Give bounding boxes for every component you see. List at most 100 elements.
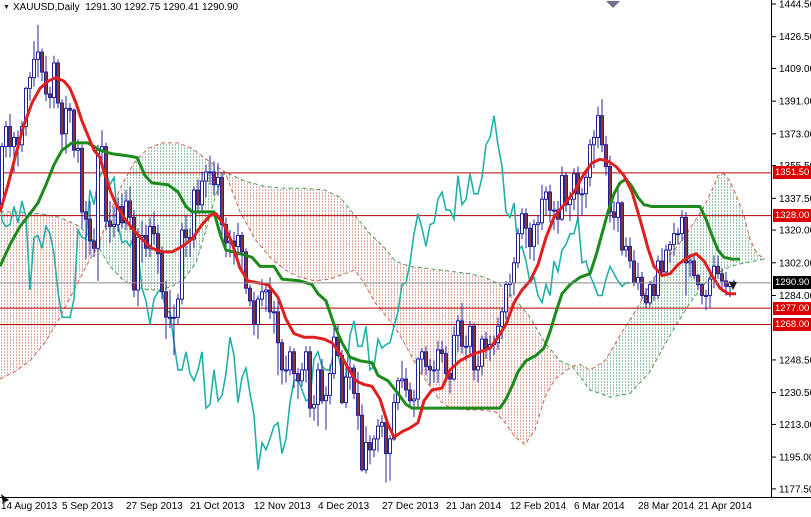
candle: [248, 287, 252, 302]
candle: [160, 253, 164, 293]
candle: [484, 338, 488, 349]
candle: [256, 298, 260, 326]
candle: [692, 260, 696, 276]
candle: [212, 171, 216, 186]
candle: [184, 229, 188, 238]
candle: [440, 349, 444, 354]
candle: [632, 260, 636, 284]
candle: [504, 284, 508, 313]
candle: [344, 376, 348, 404]
candle: [280, 342, 284, 371]
candle: [400, 378, 404, 382]
candle: [724, 280, 728, 287]
candle: [216, 176, 220, 186]
chart-symbol-period: XAUUSD,Daily: [12, 2, 80, 13]
candle: [200, 180, 204, 206]
candle: [0, 146, 4, 206]
candle: [516, 233, 520, 264]
candle: [264, 289, 268, 293]
candle: [476, 365, 480, 371]
candle: [56, 62, 60, 104]
date-tick-label: 21 Oct 2013: [190, 501, 245, 512]
candle: [636, 276, 640, 284]
candle: [236, 235, 240, 247]
candle: [412, 398, 416, 402]
candle: [420, 351, 424, 360]
candle: [272, 311, 276, 314]
candle: [684, 216, 688, 264]
candle: [416, 358, 420, 400]
candle: [404, 378, 408, 391]
candle: [388, 438, 392, 454]
candle: [292, 351, 296, 375]
price-chart[interactable]: 1444.501426.501409.001391.001373.001355.…: [0, 0, 811, 517]
candle: [356, 393, 360, 416]
candle: [152, 226, 156, 235]
price-tick-label: 1409.00: [779, 64, 811, 75]
chart-shift-marker-icon[interactable]: [606, 1, 620, 8]
candle: [164, 291, 168, 318]
candle: [12, 137, 16, 148]
candle: [444, 353, 448, 375]
date-tick-label: 21 Apr 2014: [698, 501, 752, 512]
symbol-dropdown-icon[interactable]: ▼: [3, 4, 10, 11]
candle: [324, 394, 328, 402]
candle: [284, 369, 288, 372]
candle: [616, 202, 620, 218]
date-tick-label: 5 Sep 2013: [62, 501, 114, 512]
candle: [524, 213, 528, 229]
candle: [304, 351, 308, 371]
candle: [648, 284, 652, 304]
candle: [180, 229, 184, 300]
candle: [720, 273, 724, 282]
date-tick-label: 4 Dec 2013: [318, 501, 370, 512]
candle: [588, 144, 592, 178]
candle: [312, 403, 316, 409]
price-tick-label: 1248.50: [779, 355, 811, 366]
price-tick-label: 1337.50: [779, 194, 811, 205]
price-tick-label: 1213.00: [779, 420, 811, 431]
price-tick-label: 1177.50: [779, 484, 811, 495]
candle: [676, 233, 680, 236]
candle: [276, 311, 280, 344]
candle: [68, 107, 72, 111]
candle: [220, 176, 224, 226]
candle: [708, 278, 712, 296]
price-tick-label: 1320.00: [779, 226, 811, 237]
price-tick-label: 1444.50: [779, 0, 811, 11]
candle: [432, 369, 436, 372]
candle: [48, 93, 52, 99]
candle: [452, 334, 456, 380]
candle: [192, 189, 196, 240]
date-tick-label: 27 Sep 2013: [126, 501, 183, 512]
candle: [512, 262, 516, 284]
candle: [172, 316, 176, 319]
candle: [40, 51, 44, 73]
candle: [80, 147, 84, 213]
candle: [112, 224, 116, 227]
candle: [688, 260, 692, 264]
price-tick-label: 1284.00: [779, 291, 811, 302]
candle: [652, 284, 656, 297]
date-tick-label: 12 Nov 2013: [254, 501, 311, 512]
candle: [464, 345, 468, 348]
candle: [624, 245, 628, 251]
candle: [640, 276, 644, 296]
candle: [592, 137, 596, 146]
candle: [540, 198, 544, 224]
candle: [300, 369, 304, 382]
price-tick-label: 1195.00: [779, 453, 811, 464]
candle: [128, 200, 132, 218]
candle: [252, 300, 256, 325]
date-tick-label: 27 Dec 2013: [382, 501, 439, 512]
candle: [260, 291, 264, 300]
candle: [548, 191, 552, 211]
candle: [176, 298, 180, 318]
candle: [536, 222, 540, 226]
candle: [376, 425, 380, 440]
date-tick-label: 14 Aug 2013: [1, 501, 58, 512]
chart-title: ▼ XAUUSD,Daily 1291.30 1292.75 1290.41 12…: [3, 2, 238, 13]
candle: [60, 102, 64, 135]
price-tick-label: 1230.50: [779, 388, 811, 399]
date-tick-label: 6 Mar 2014: [574, 501, 625, 512]
